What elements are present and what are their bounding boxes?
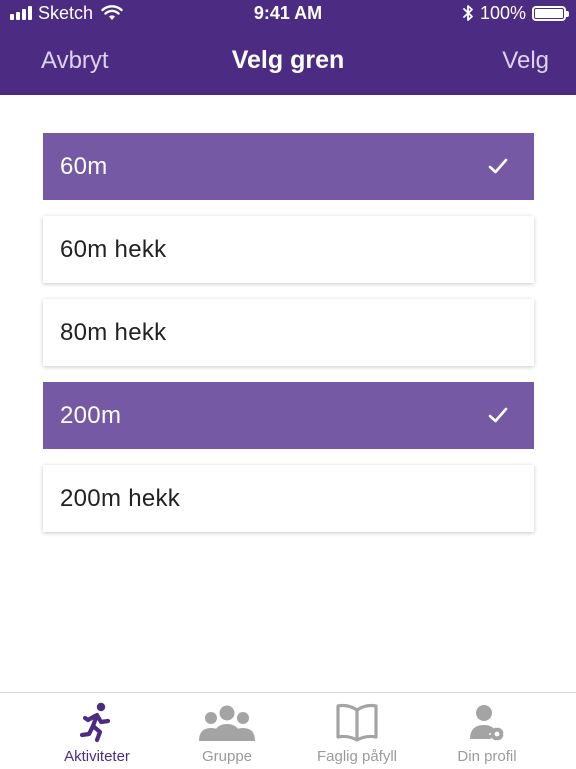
tab-label: Aktiviteter xyxy=(64,748,130,765)
tab-faglig-pafyll[interactable]: Faglig påfyll xyxy=(292,693,422,769)
battery-percent: 100% xyxy=(479,2,526,23)
event-option[interactable]: 200m hekk xyxy=(43,465,534,532)
event-option-label: 60m hekk xyxy=(60,236,167,263)
event-option[interactable]: 80m hekk xyxy=(43,299,534,366)
tab-aktiviteter[interactable]: Aktiviteter xyxy=(32,693,162,769)
event-option[interactable]: 60m xyxy=(43,133,534,200)
event-option-label: 60m xyxy=(60,153,108,180)
profile-settings-icon xyxy=(422,701,552,743)
event-option-label: 80m hekk xyxy=(60,319,167,346)
status-right: 100% xyxy=(462,2,569,23)
tab-bar: Aktiviteter Gruppe Faglig påfyll Din pro… xyxy=(0,692,576,769)
page-title: Velg gren xyxy=(231,46,345,74)
event-option[interactable]: 60m hekk xyxy=(43,216,534,283)
event-option-label: 200m hekk xyxy=(60,485,181,512)
tab-gruppe[interactable]: Gruppe xyxy=(162,693,292,769)
header: Sketch 9:41 AM 100% Avbryt Velg gren Vel… xyxy=(0,0,576,95)
book-icon xyxy=(292,701,422,743)
tab-label: Gruppe xyxy=(201,748,253,765)
battery-icon xyxy=(532,5,569,21)
confirm-button[interactable]: Velg xyxy=(502,47,549,75)
checkmark-icon xyxy=(488,158,508,174)
checkmark-icon xyxy=(488,407,508,423)
runner-icon xyxy=(32,701,162,743)
tab-din-profil[interactable]: Din profil xyxy=(422,693,552,769)
group-icon xyxy=(162,701,292,743)
event-option-list: 60m 60m hekk 80m hekk 200m 200m hekk xyxy=(43,133,534,548)
status-bar: Sketch 9:41 AM 100% xyxy=(0,0,576,26)
tab-label: Faglig påfyll xyxy=(316,748,398,765)
tab-label: Din profil xyxy=(457,748,517,765)
event-option[interactable]: 200m xyxy=(43,382,534,449)
event-option-label: 200m xyxy=(60,402,122,429)
bluetooth-icon xyxy=(463,5,473,21)
battery-level xyxy=(535,8,563,18)
